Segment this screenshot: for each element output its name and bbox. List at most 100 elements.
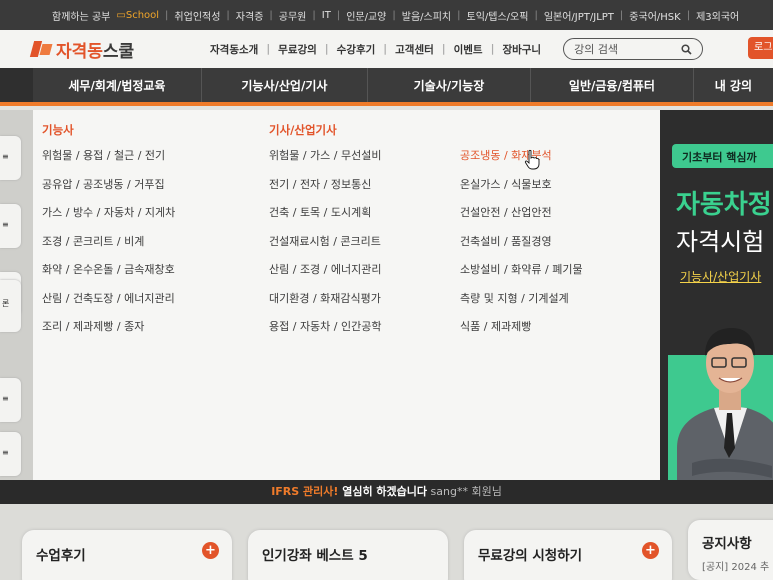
menu-item[interactable]: 건축 / 토목 / 도시계획: [269, 204, 381, 233]
top-link-study[interactable]: 함께하는 공부: [52, 8, 110, 23]
category-engineer[interactable]: 기술사/기능장: [368, 68, 532, 102]
category-technician[interactable]: 기능사/산업/기사: [202, 68, 368, 102]
top-link-public[interactable]: 공무원: [279, 8, 307, 23]
menu-column-engineer: 기사/산업기사 위험물 / 가스 / 무선설비 전기 / 전자 / 정보통신 건…: [269, 122, 381, 347]
nav-about[interactable]: 자격동소개: [202, 42, 266, 57]
review-card[interactable]: 수업후기 +: [22, 530, 232, 580]
instructor-photo: [677, 328, 773, 488]
top-link-speech[interactable]: 발음/스피치: [402, 8, 451, 23]
menu-column-engineer-2: 공조냉동 / 화재분석 온실가스 / 식물보호 건설안전 / 산업안전 건축설비…: [460, 147, 583, 347]
school-label: School: [125, 9, 160, 21]
menu-heading-engineer: 기사/산업기사: [269, 123, 337, 137]
menu-item[interactable]: 위험물 / 가스 / 무선설비: [269, 147, 381, 176]
menu-heading-technician: 기능사: [42, 123, 74, 137]
menu-item[interactable]: 대기환경 / 화재감식평가: [269, 290, 381, 319]
banner-headline: 자동차정: [676, 190, 772, 220]
menu-item-hovered[interactable]: 공조냉동 / 화재분석: [460, 147, 583, 176]
quick-tab-1[interactable]: ≡: [0, 136, 21, 180]
top-link-third-language[interactable]: 제3외국어: [696, 8, 739, 23]
nav-reviews[interactable]: 수강후기: [329, 42, 384, 57]
ticker-course: IFRS 관리사!: [271, 485, 339, 498]
quick-tab-5[interactable]: ≡: [0, 378, 21, 422]
menu-item[interactable]: 측량 및 지형 / 기계설계: [460, 290, 583, 319]
free-lecture-card-title: 무료강의 시청하기: [478, 548, 583, 564]
menu-item[interactable]: 조리 / 제과제빵 / 종자: [42, 318, 175, 347]
category-tax[interactable]: 세무/회계/법정교육: [33, 68, 203, 102]
quick-tab-2[interactable]: ≡: [0, 204, 21, 248]
notice-item[interactable]: [공지] 2024 추: [702, 558, 769, 573]
lines-icon: ≡: [2, 394, 9, 403]
top-site-links: 함께하는 공부 ▭School | 취업인적성 | 자격증 | 공무원 | IT | 인문…: [0, 0, 773, 30]
menu-item[interactable]: 소방설비 / 화약류 / 폐기물: [460, 261, 583, 290]
menu-column-technician: 기능사 위험물 / 용접 / 철근 / 전기 공유압 / 공조냉동 / 거푸집 …: [42, 122, 175, 347]
lines-icon: ≡: [2, 220, 9, 229]
nav-cart[interactable]: 장바구니: [494, 42, 549, 57]
menu-item[interactable]: 산림 / 조경 / 에너지관리: [269, 261, 381, 290]
quick-tab-text: 론: [2, 299, 10, 308]
search-input[interactable]: 강의 검색: [574, 41, 618, 57]
banner-pill: 기초부터 핵심까: [672, 144, 773, 168]
banner-link[interactable]: 기능사/산업기사: [680, 268, 761, 285]
top-link-humanities[interactable]: 인문/교양: [346, 8, 386, 23]
school-icon: ▭: [116, 9, 126, 21]
hand-cursor-icon: [524, 150, 540, 170]
quick-tab-4[interactable]: 론: [0, 280, 21, 332]
notice-card-title: 공지사항: [702, 536, 752, 552]
ticker-user: sang** 회원님: [427, 485, 502, 498]
quick-tab-6[interactable]: ≡: [0, 432, 21, 476]
menu-item[interactable]: 공유압 / 공조냉동 / 거푸집: [42, 176, 175, 205]
category-bar: 세무/회계/법정교육 기능사/산업/기사 기술사/기능장 일반/금융/컴퓨터 내…: [0, 68, 773, 106]
plus-icon[interactable]: +: [642, 542, 659, 559]
banner-subheadline: 자격시험: [676, 228, 765, 256]
nav-events[interactable]: 이벤트: [446, 42, 491, 57]
promo-banner[interactable]: 기초부터 핵심까 자동차정 자격시험 기능사/산업기사: [660, 110, 773, 488]
menu-item[interactable]: 식품 / 제과제빵: [460, 318, 583, 347]
category-bar-edge: [0, 68, 33, 102]
left-quick-menu: ≡ ≡ ≡ 론 ≡ ≡: [0, 110, 33, 488]
top-link-toeic[interactable]: 토익/텝스/오픽: [467, 8, 529, 23]
header: 자격동 스쿨 자격동소개 | 무료강의 | 수강후기 | 고객센터 | 이벤트 | 장바구니…: [0, 30, 773, 68]
top-link-cert[interactable]: 자격증: [236, 8, 264, 23]
category-my-lectures[interactable]: 내 강의: [694, 68, 773, 102]
best-card-title: 인기강좌 베스트 5: [262, 548, 368, 564]
top-link-it[interactable]: IT: [322, 10, 331, 21]
logo-text-2: 스쿨: [102, 41, 135, 62]
menu-item[interactable]: 화약 / 온수온돌 / 금속재창호: [42, 261, 175, 290]
menu-item[interactable]: 위험물 / 용접 / 철근 / 전기: [42, 147, 175, 176]
menu-item[interactable]: 조경 / 콘크리트 / 비계: [42, 233, 175, 262]
lines-icon: ≡: [2, 448, 9, 457]
menu-item[interactable]: 온실가스 / 식물보호: [460, 176, 583, 205]
top-link-job[interactable]: 취업인적성: [174, 8, 220, 23]
site-logo[interactable]: 자격동 스쿨: [32, 37, 202, 62]
notice-card[interactable]: 공지사항 [공지] 2024 추: [688, 520, 773, 580]
logo-icon: [32, 41, 52, 57]
review-card-title: 수업후기: [36, 548, 86, 564]
search-box[interactable]: 강의 검색: [563, 38, 704, 60]
menu-item[interactable]: 건설안전 / 산업안전: [460, 204, 583, 233]
menu-item[interactable]: 용접 / 자동차 / 인간공학: [269, 318, 381, 347]
lines-icon: ≡: [2, 152, 9, 161]
page: 함께하는 공부 ▭School | 취업인적성 | 자격증 | 공무원 | IT | 인문…: [0, 0, 773, 580]
bottom-section: 수업후기 + 인기강좌 베스트 5 무료강의 시청하기 + 공지사항 [공지] …: [0, 504, 773, 580]
mega-menu-dropdown: 기능사 위험물 / 용접 / 철근 / 전기 공유압 / 공조냉동 / 거푸집 …: [33, 110, 660, 488]
top-link-chinese[interactable]: 중국어/HSK: [629, 8, 680, 23]
menu-item[interactable]: 전기 / 전자 / 정보통신: [269, 176, 381, 205]
main-nav: 자격동소개 | 무료강의 | 수강후기 | 고객센터 | 이벤트 | 장바구니: [202, 42, 549, 57]
best-card[interactable]: 인기강좌 베스트 5: [248, 530, 448, 580]
nav-free-lectures[interactable]: 무료강의: [270, 42, 325, 57]
free-lecture-card[interactable]: 무료강의 시청하기 +: [464, 530, 672, 580]
category-general[interactable]: 일반/금융/컴퓨터: [531, 68, 694, 102]
login-button[interactable]: 로그: [748, 37, 773, 59]
menu-item[interactable]: 건설재료시험 / 콘크리트: [269, 233, 381, 262]
plus-icon[interactable]: +: [202, 542, 219, 559]
school-badge[interactable]: ▭School: [116, 10, 159, 21]
menu-item[interactable]: 산림 / 건축도장 / 에너지관리: [42, 290, 175, 319]
menu-item[interactable]: 건축설비 / 품질경영: [460, 233, 583, 262]
search-icon[interactable]: [681, 43, 692, 55]
top-link-japanese[interactable]: 일본어/JPT/JLPT: [544, 8, 614, 23]
review-ticker[interactable]: IFRS 관리사! 열심히 하겠습니다 sang** 회원님: [0, 480, 773, 504]
menu-item[interactable]: 가스 / 방수 / 자동차 / 지게차: [42, 204, 175, 233]
nav-support[interactable]: 고객센터: [387, 42, 442, 57]
logo-text: 자격동: [56, 41, 103, 62]
ticker-message: 열심히 하겠습니다: [338, 485, 428, 498]
